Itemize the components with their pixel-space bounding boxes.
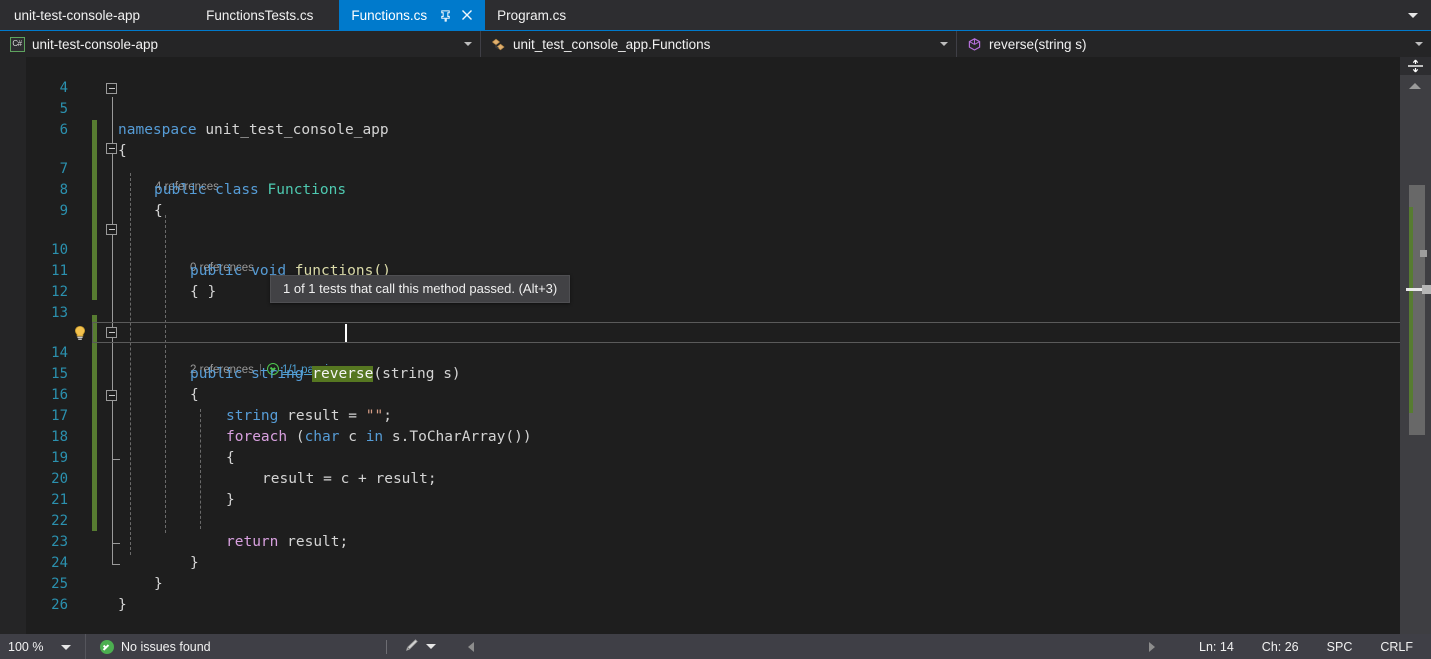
editor-tab-strip: unit-test-console-app FunctionsTests.cs … xyxy=(0,0,1431,30)
fold-toggle-method-reverse[interactable] xyxy=(106,327,117,338)
tab-label: unit-test-console-app xyxy=(14,7,141,23)
scrollbar-change-marker xyxy=(1409,207,1413,413)
navbar-member-dropdown[interactable]: reverse(string s) xyxy=(957,31,1431,58)
navigation-bar: C# unit-test-console-app unit_test_conso… xyxy=(0,30,1431,58)
token-brace: { xyxy=(154,203,163,219)
check-circle-icon xyxy=(100,639,114,654)
tab-program-cs[interactable]: Program.cs xyxy=(485,0,578,30)
navbar-type-dropdown[interactable]: unit_test_console_app.Functions xyxy=(481,31,957,58)
code-line[interactable]: 17 foreach (char c in s.ToCharArray()) xyxy=(0,385,1400,445)
code-line-current[interactable]: 14 public string reverse(string s) xyxy=(0,322,1400,382)
navbar-project-label: unit-test-console-app xyxy=(32,37,159,52)
code-text-area[interactable]: 4 5 namespace unit_test_console_app 6 { … xyxy=(0,57,1407,634)
fold-toggle-foreach[interactable] xyxy=(106,390,117,401)
code-line[interactable]: 26 xyxy=(0,574,1400,613)
tab-label: Functions.cs xyxy=(351,7,428,23)
tooltip-text: 1 of 1 tests that call this method passe… xyxy=(283,281,558,296)
code-line[interactable]: 6 { xyxy=(0,99,1400,159)
chevron-down-icon[interactable] xyxy=(1415,42,1423,46)
code-editor[interactable]: 4 5 namespace unit_test_console_app 6 { … xyxy=(0,57,1431,634)
status-indentation[interactable]: SPC xyxy=(1313,640,1367,654)
nav-forward-button[interactable] xyxy=(1149,641,1185,652)
code-line[interactable]: 9 xyxy=(0,180,1400,219)
tab-label: Program.cs xyxy=(497,7,567,23)
csharp-badge-label: C# xyxy=(9,37,25,52)
class-icon xyxy=(489,36,507,54)
code-line[interactable]: 20 } xyxy=(0,448,1400,508)
scroll-up-icon[interactable] xyxy=(1409,83,1421,89)
code-line[interactable]: 24 } xyxy=(0,532,1400,592)
code-line[interactable]: 23 } xyxy=(0,511,1400,571)
chevron-down-icon[interactable] xyxy=(464,42,472,46)
line-number: 26 xyxy=(51,597,68,613)
feedback-control[interactable] xyxy=(387,638,436,656)
code-line[interactable]: 13 xyxy=(0,282,1400,321)
navbar-type-label: unit_test_console_app.Functions xyxy=(513,37,711,52)
token-brace: } xyxy=(118,597,127,613)
tab-overflow-button[interactable] xyxy=(1403,0,1423,30)
tab-unit-test-console-app[interactable]: unit-test-console-app xyxy=(0,0,180,30)
csharp-project-icon: C# xyxy=(8,36,26,54)
text-caret xyxy=(345,324,347,342)
code-line[interactable]: 19 result = c + result; xyxy=(0,427,1400,487)
chevron-down-icon xyxy=(1408,12,1418,18)
code-line[interactable]: 25 } xyxy=(0,553,1400,613)
status-bar-right-group: Ln: 14 Ch: 26 SPC CRLF xyxy=(1149,634,1431,659)
code-line[interactable]: 15 { xyxy=(0,343,1400,403)
code-line[interactable]: 21 xyxy=(0,469,1400,508)
status-line-number: Ln: 14 xyxy=(1199,639,1234,654)
status-column-number: Ch: 26 xyxy=(1261,639,1299,654)
fold-toggle-method-functions[interactable] xyxy=(106,224,117,235)
navbar-project-dropdown[interactable]: C# unit-test-console-app xyxy=(0,31,481,58)
code-line[interactable]: 10 public void functions() xyxy=(0,219,1400,279)
tab-functionstests-cs[interactable]: FunctionsTests.cs xyxy=(180,0,339,30)
feedback-pen-icon[interactable] xyxy=(403,638,419,656)
fold-toggle-namespace[interactable] xyxy=(106,83,117,94)
chevron-down-icon[interactable] xyxy=(940,42,948,46)
editor-vertical-scrollbar[interactable] xyxy=(1400,57,1431,634)
token-namespace-name: unit_test_console_app xyxy=(205,122,389,138)
nav-back-button[interactable] xyxy=(436,641,474,652)
pin-icon[interactable] xyxy=(437,7,453,23)
tab-label: FunctionsTests.cs xyxy=(206,7,314,23)
code-line[interactable]: 16 string result = ""; xyxy=(0,364,1400,424)
chevron-down-icon[interactable] xyxy=(426,644,436,649)
split-view-icon[interactable] xyxy=(1400,57,1431,75)
method-icon xyxy=(965,36,983,54)
code-line[interactable]: 5 namespace unit_test_console_app xyxy=(0,78,1400,138)
code-line[interactable]: 18 { xyxy=(0,406,1400,466)
chevron-down-icon[interactable] xyxy=(61,645,71,650)
zoom-level-label: 100 % xyxy=(8,639,44,654)
token-keyword-namespace: namespace xyxy=(118,122,197,138)
code-line[interactable]: 8 { xyxy=(0,159,1400,219)
code-text: } xyxy=(118,595,127,616)
code-line[interactable]: 22 return result; xyxy=(0,490,1400,550)
status-bar: 100 % No issues found Ln: 14 Ch: 26 SPC … xyxy=(0,634,1431,659)
zoom-level-control[interactable]: 100 % xyxy=(0,634,86,659)
code-line[interactable]: 7 public class Functions xyxy=(0,138,1400,198)
code-line[interactable]: 11 { } xyxy=(0,240,1400,300)
status-line-endings[interactable]: CRLF xyxy=(1366,640,1431,654)
visual-studio-editor-window: unit-test-console-app FunctionsTests.cs … xyxy=(0,0,1431,659)
line-number: 13 xyxy=(51,305,68,321)
scrollbar-annotation-marker xyxy=(1420,250,1427,257)
navbar-member-label: reverse(string s) xyxy=(989,37,1087,52)
issues-status[interactable]: No issues found xyxy=(86,639,296,654)
issues-status-label: No issues found xyxy=(121,639,211,654)
scrollbar-caret-handle xyxy=(1422,285,1431,294)
fold-toggle-class[interactable] xyxy=(106,143,117,154)
close-icon[interactable] xyxy=(459,7,475,23)
code-line[interactable]: 12 xyxy=(0,261,1400,300)
arrow-left-icon xyxy=(468,641,474,652)
lightbulb-icon[interactable] xyxy=(72,325,88,341)
tab-functions-cs[interactable]: Functions.cs xyxy=(339,0,486,30)
code-line[interactable]: 4 xyxy=(0,57,1400,96)
codelens-test-tooltip: 1 of 1 tests that call this method passe… xyxy=(270,275,571,303)
arrow-right-icon xyxy=(1149,641,1156,652)
